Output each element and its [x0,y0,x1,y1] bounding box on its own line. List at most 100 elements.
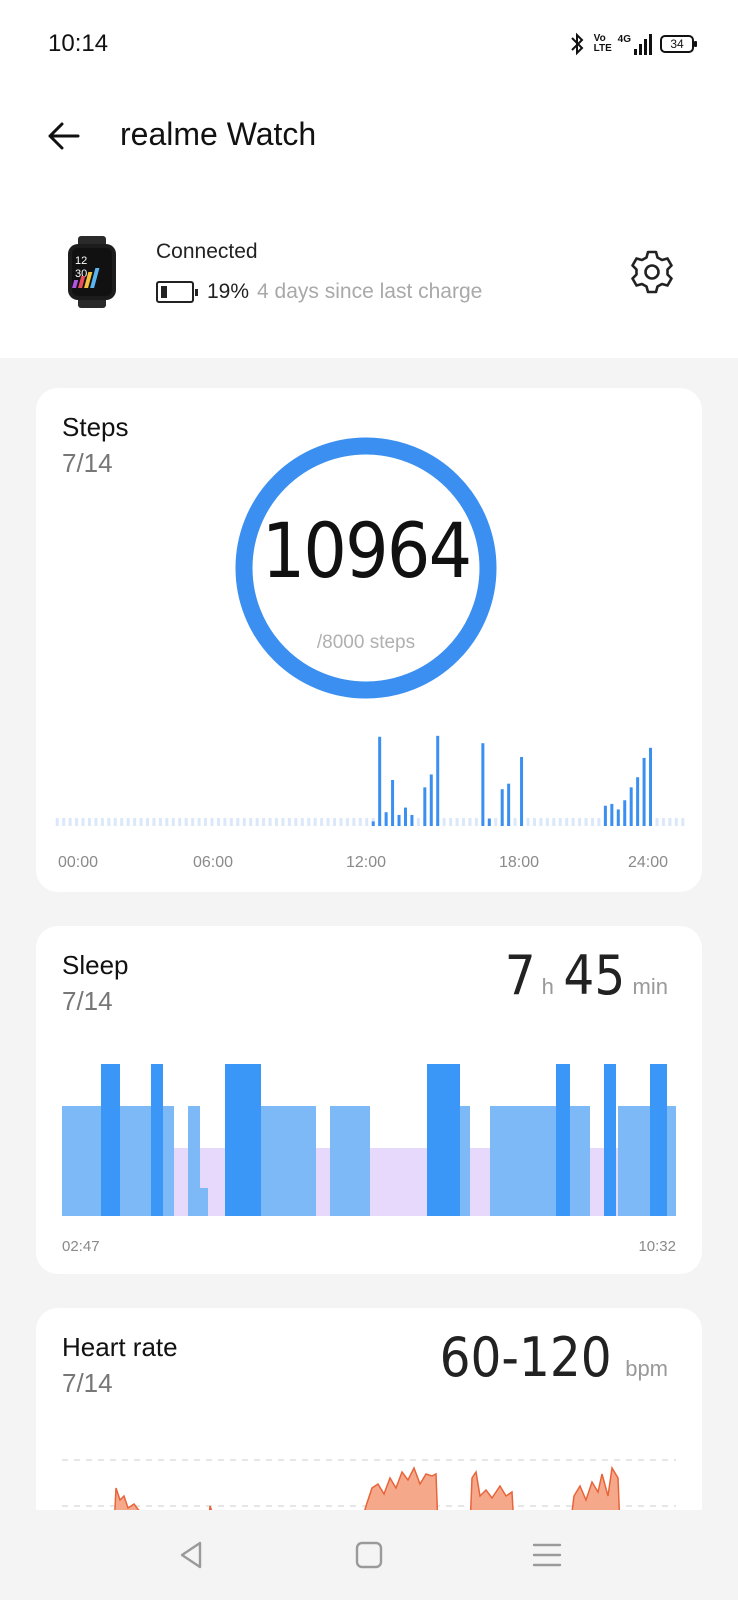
heart-rate-date: 7/14 [62,1368,113,1398]
page-title: realme Watch [120,116,317,152]
steps-bar-track [146,818,150,826]
steps-hourly-chart [55,735,685,826]
sleep-stage-chart [62,1064,676,1216]
steps-bar [642,757,646,826]
steps-bar-track [558,818,562,826]
steps-bar-track [184,818,188,826]
steps-bar [410,814,414,826]
steps-bar-track [165,818,169,826]
steps-bar [636,777,640,826]
steps-bar [436,735,440,826]
steps-bar-track [255,818,259,826]
steps-bar-track [223,818,227,826]
steps-bar [649,747,653,826]
steps-bar-track [345,818,349,826]
steps-bar [378,736,382,826]
steps-bar-track [571,818,575,826]
sleep-start-time: 02:47 [62,1238,100,1255]
steps-bar-track [236,818,240,826]
steps-bar-track [204,818,208,826]
steps-x-label: 24:00 [628,854,669,871]
back-arrow-icon[interactable] [44,116,84,156]
steps-bar [397,814,401,826]
steps-bar-track [358,818,362,826]
steps-bar-track [191,818,195,826]
steps-x-label: 06:00 [193,854,234,871]
steps-bar-track [229,818,233,826]
steps-bar-track [68,818,72,826]
heart-rate-title: Heart rate [62,1332,178,1362]
network-type-label: 4G [617,33,631,45]
steps-bar-track [178,818,182,826]
heart-rate-unit: bpm [625,1356,668,1381]
device-battery-row: 19% 4 days since last charge [156,280,482,304]
steps-bar-track [449,818,453,826]
steps-bar-track [242,818,246,826]
steps-bar-track [210,818,214,826]
steps-bar-track [584,818,588,826]
heart-rate-value: 60-120 [439,1326,612,1389]
steps-bar [423,787,427,826]
watch-image[interactable]: 12 30 [66,236,118,308]
sleep-hours: 7 [504,944,536,1007]
settings-gear-icon[interactable] [628,248,676,296]
steps-bar-track [274,818,278,826]
steps-bar-track [655,818,659,826]
sleep-card[interactable]: Sleep 7/14 7 h 45 min 02:47 10:32 [36,926,702,1274]
steps-bar-track [326,818,330,826]
steps-bar-track [120,818,124,826]
steps-bar-track [416,818,420,826]
nav-home-icon[interactable] [352,1538,386,1572]
steps-bar [603,805,607,826]
sleep-end-time: 10:32 [638,1238,676,1255]
steps-bar [507,783,511,826]
steps-bar [403,807,407,826]
steps-bar-track [268,818,272,826]
nav-back-icon[interactable] [174,1538,208,1572]
sleep-minutes-unit: min [632,974,668,999]
sleep-duration: 7 h 45 min [503,944,674,1007]
steps-bar-track [462,818,466,826]
steps-bar-track [339,818,343,826]
steps-bar-track [100,818,104,826]
steps-bar [623,800,627,826]
steps-bar-track [262,818,266,826]
sleep-minutes: 45 [563,944,626,1007]
steps-bar-track [320,818,324,826]
steps-bar-track [81,818,85,826]
steps-x-label: 12:00 [346,854,387,871]
status-bar: 10:14 Vo LTE 4G 34 [0,0,738,90]
steps-bar-track [55,818,59,826]
steps-x-label: 00:00 [58,854,99,871]
steps-title: Steps [62,412,129,442]
steps-card[interactable]: Steps 7/14 10964 /8000 steps 00:00 06:00… [36,388,702,892]
steps-bar-track [681,818,685,826]
steps-bar-track [307,818,311,826]
steps-bar-track [455,818,459,826]
status-icons: Vo LTE 4G 34 [568,32,697,56]
sleep-hours-unit: h [541,974,554,999]
steps-bar-track [158,818,162,826]
charge-info: 4 days since last charge [257,280,483,303]
steps-bar-track [352,818,356,826]
steps-bar-track [62,818,66,826]
steps-bar-track [545,818,549,826]
steps-bar-track [133,818,137,826]
steps-bar-track [197,818,201,826]
steps-bar-track [513,818,517,826]
steps-bar-track [300,818,304,826]
steps-bar-track [313,818,317,826]
nav-menu-icon[interactable] [530,1538,564,1572]
steps-bar-track [526,818,530,826]
steps-bar-track [87,818,91,826]
heart-rate-range: 60-120 bpm [430,1326,674,1389]
navigation-bar [0,1510,738,1600]
status-time: 10:14 [48,30,109,57]
steps-bar-track [442,818,446,826]
battery-percent: 19% [207,280,250,303]
steps-bar-track [94,818,98,826]
steps-bar [371,821,375,826]
steps-bar [629,787,633,826]
steps-bar-track [578,818,582,826]
battery-icon [156,281,198,303]
